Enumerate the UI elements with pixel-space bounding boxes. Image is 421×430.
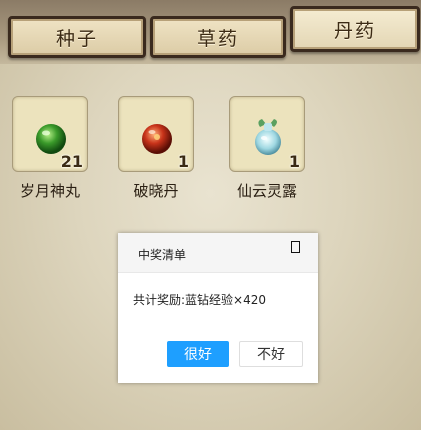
reward-dialog: 中奖清单 共计奖励:蓝钻经验×420 很好 不好: [118, 233, 318, 383]
inventory-item-sui-yue[interactable]: 21 岁月神丸: [10, 96, 90, 201]
item-count: 1: [288, 152, 300, 171]
ok-button[interactable]: 很好: [167, 341, 229, 367]
tab-seeds[interactable]: 种子: [8, 16, 146, 58]
dialog-message: 共计奖励:蓝钻经验×420: [133, 293, 267, 307]
cancel-button[interactable]: 不好: [239, 341, 303, 367]
item-name: 仙云灵露: [236, 182, 297, 200]
tab-pills[interactable]: 丹药: [290, 6, 420, 52]
item-count: 21: [60, 152, 83, 171]
item-name: 破晓丹: [133, 182, 179, 200]
item-name: 岁月神丸: [19, 182, 80, 200]
close-icon[interactable]: [291, 241, 300, 253]
item-slot[interactable]: 21: [12, 96, 88, 172]
item-count: 1: [177, 152, 189, 171]
inventory-item-xian-yun[interactable]: 1 仙云灵露: [227, 96, 307, 201]
dialog-title: 中奖清单: [138, 248, 187, 262]
item-slot[interactable]: 1: [118, 96, 194, 172]
dialog-header: 中奖清单: [118, 233, 318, 273]
tab-herbs[interactable]: 草药: [150, 16, 286, 58]
item-slot[interactable]: 1: [229, 96, 305, 172]
inventory-item-po-xiao[interactable]: 1 破晓丹: [116, 96, 196, 201]
